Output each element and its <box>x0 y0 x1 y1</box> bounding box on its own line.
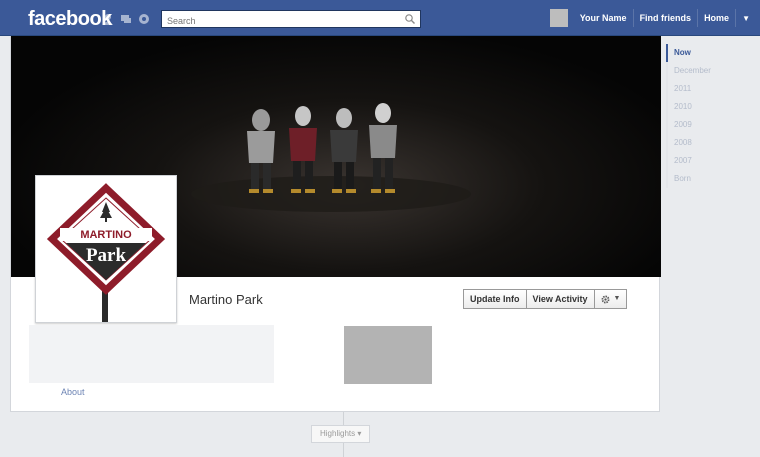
view-activity-button[interactable]: View Activity <box>526 289 595 309</box>
timeline-card: MARTINO Park Martino Park Update Info Vi… <box>10 36 661 412</box>
scrubber-item-born[interactable]: Born <box>666 170 726 188</box>
page-title[interactable]: Martino Park <box>189 292 263 307</box>
highlights-dropdown[interactable]: Highlights ▾ <box>311 425 371 443</box>
top-bar: facebook Your Name Find friends Home ▼ <box>0 0 760 36</box>
scrubber-item-december[interactable]: December <box>666 62 726 80</box>
user-name-link[interactable]: Your Name <box>574 0 633 36</box>
scrubber-item-2009[interactable]: 2009 <box>666 116 726 134</box>
messages-icon[interactable] <box>120 13 132 25</box>
user-avatar[interactable] <box>549 9 568 27</box>
notification-jewels <box>102 13 150 25</box>
scrubber-item-2008[interactable]: 2008 <box>666 134 726 152</box>
scrubber-item-now[interactable]: Now <box>666 44 726 62</box>
scrubber-item-2010[interactable]: 2010 <box>666 98 726 116</box>
find-friends-link[interactable]: Find friends <box>634 0 698 36</box>
right-nav: Your Name Find friends Home ▼ <box>549 0 750 36</box>
profile-actions: Update Info View Activity ▼ <box>463 289 628 309</box>
search-icon[interactable] <box>404 13 416 25</box>
logo-text-top: MARTINO <box>80 229 132 241</box>
profile-picture[interactable]: MARTINO Park <box>35 175 177 323</box>
photos-thumbnail[interactable] <box>344 326 432 384</box>
friend-requests-icon[interactable] <box>102 13 114 25</box>
chevron-down-icon: ▼ <box>613 295 621 302</box>
about-section[interactable] <box>29 325 274 383</box>
search-box <box>161 10 421 29</box>
settings-menu-button[interactable]: ▼ <box>594 289 628 309</box>
update-info-button[interactable]: Update Info <box>463 289 527 309</box>
scrubber-item-2011[interactable]: 2011 <box>666 80 726 98</box>
timeline-scrubber: Now December 2011 2010 2009 2008 2007 Bo… <box>666 44 726 188</box>
martino-park-logo: MARTINO Park <box>46 183 166 322</box>
facebook-logo[interactable]: facebook <box>28 8 112 31</box>
search-input[interactable] <box>162 13 398 29</box>
about-link[interactable]: About <box>61 387 85 397</box>
home-link[interactable]: Home <box>698 0 735 36</box>
logo-text-bottom: Park <box>86 245 127 266</box>
notifications-icon[interactable] <box>138 13 150 25</box>
gear-icon <box>601 295 609 303</box>
scrubber-item-2007[interactable]: 2007 <box>666 152 726 170</box>
account-menu-chevron-icon[interactable]: ▼ <box>736 14 750 23</box>
